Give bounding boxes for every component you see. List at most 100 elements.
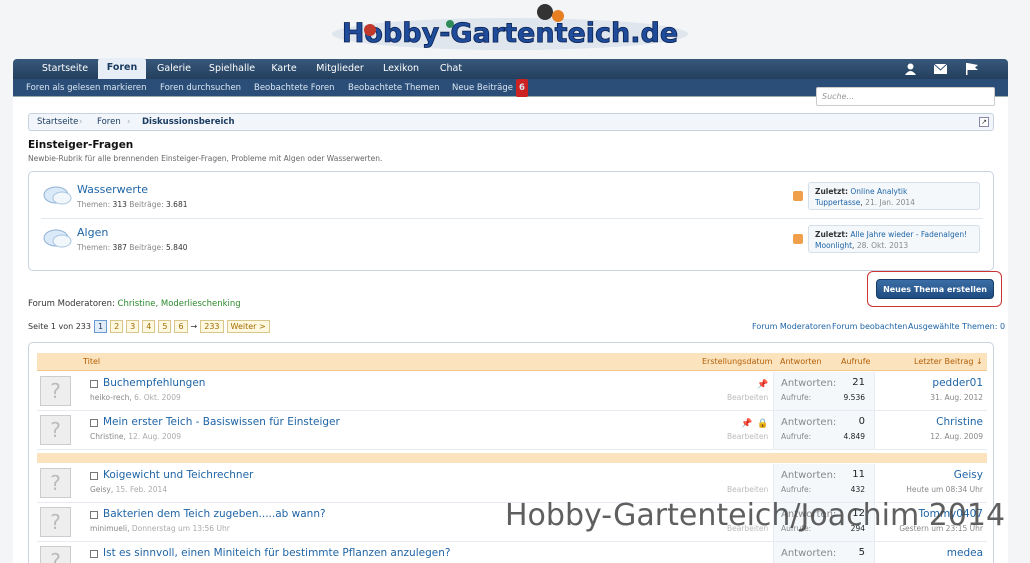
subforum-name[interactable]: Algen <box>77 226 108 239</box>
page-link[interactable]: 4 <box>142 320 156 333</box>
last-post-user[interactable]: Geisy <box>954 469 983 481</box>
tab-karte[interactable]: Karte <box>268 59 300 79</box>
forum-moderators-link[interactable]: Forum Moderatoren <box>752 322 831 331</box>
page-label: Seite 1 von 233 <box>28 322 91 331</box>
link-watched-threads[interactable]: Beobachtete Themen <box>348 79 439 97</box>
thread-title[interactable]: Mein erster Teich - Basiswissen für Eins… <box>103 416 340 428</box>
thread-row: ? Buchempfehlungen heiko-rech, 6. Okt. 2… <box>37 372 987 411</box>
thread-checkbox[interactable] <box>90 550 98 558</box>
thread-list-header: Titel Erstellungsdatum Antworten Aufrufe… <box>37 353 987 371</box>
breadcrumb: Startseite › Foren › Diskussionsbereich … <box>28 113 994 131</box>
sticky-separator <box>37 453 987 463</box>
col-created[interactable]: Erstellungsdatum <box>702 353 772 371</box>
col-title[interactable]: Titel <box>83 353 100 371</box>
thread-row: ? Mein erster Teich - Basiswissen für Ei… <box>37 411 987 450</box>
thread-checkbox[interactable] <box>90 472 98 480</box>
main-nav: Startseite Foren Galerie Spielhalle Kart… <box>13 58 1008 79</box>
search-input[interactable]: Suche... <box>816 87 995 106</box>
last-post-title[interactable]: Online Analytik <box>850 187 907 196</box>
moderator-links[interactable]: Christine, Moderlieschenking <box>118 299 241 309</box>
page-link[interactable]: 2 <box>110 320 124 333</box>
new-posts-badge: 6 <box>516 79 528 97</box>
thread-stats: Antworten: 21 Aufrufe: 9.536 <box>773 372 875 410</box>
link-search-forums[interactable]: Foren durchsuchen <box>160 79 241 97</box>
link-new-posts[interactable]: Neue Beiträge 6 <box>452 79 528 97</box>
page-next[interactable]: Weiter > <box>226 320 270 333</box>
thread-meta: minimueli, Donnerstag um 13:56 Uhr <box>90 524 230 533</box>
tab-lexikon[interactable]: Lexikon <box>379 59 423 79</box>
last-post-date: 31. Aug. 2012 <box>930 393 983 402</box>
breadcrumb-startseite[interactable]: Startseite <box>37 114 78 130</box>
thread-meta: heiko-rech, 6. Okt. 2009 <box>90 393 181 402</box>
logo-graphic: Hobby-Gartenteich.de <box>332 4 688 50</box>
tab-mitglieder[interactable]: Mitglieder <box>313 59 367 79</box>
user-icon[interactable] <box>905 63 916 75</box>
thread-checkbox[interactable] <box>90 380 98 388</box>
thread-checkbox[interactable] <box>90 511 98 519</box>
avatar[interactable]: ? <box>40 376 71 406</box>
flag-icon[interactable] <box>966 63 978 75</box>
thread-title[interactable]: Koigewicht und Teichrechner <box>103 469 253 481</box>
tab-foren[interactable]: Foren <box>98 58 146 79</box>
col-views[interactable]: Aufrufe <box>841 353 870 371</box>
breadcrumb-diskussionsbereich[interactable]: Diskussionsbereich <box>142 114 235 130</box>
forum-speech-icon <box>43 229 72 248</box>
last-post-user[interactable]: medea <box>947 547 983 559</box>
thread-stats: Antworten: 0 Aufrufe: 4.849 <box>773 411 875 449</box>
subforum-stats: Themen: 313 Beiträge: 3.681 <box>77 200 188 209</box>
col-replies[interactable]: Antworten <box>780 353 822 371</box>
edit-link[interactable]: Bearbeiten <box>727 432 768 441</box>
breadcrumb-foren[interactable]: Foren <box>97 114 121 130</box>
new-thread-button[interactable]: Neues Thema erstellen <box>876 279 994 299</box>
link-watched-forums[interactable]: Beobachtete Foren <box>254 79 334 97</box>
rss-icon[interactable] <box>793 234 803 244</box>
rss-icon[interactable] <box>793 191 803 201</box>
last-post-user[interactable]: pedder01 <box>932 377 983 389</box>
tab-startseite[interactable]: Startseite <box>35 59 95 79</box>
subforum-item: Algen Themen: 387 Beiträge: 5.840 Zuletz… <box>41 223 983 263</box>
last-post-date: Heute um 08:34 Uhr <box>906 485 983 494</box>
thread-stats: Antworten: 11 Aufrufe: 432 <box>773 464 875 502</box>
last-post-user[interactable]: Moonlight <box>815 241 852 250</box>
last-post-title[interactable]: Alle Jahre wieder - Fadenalgen! <box>850 230 967 239</box>
thread-title[interactable]: Buchempfehlungen <box>103 377 205 389</box>
thread-stats: Antworten: 5 <box>773 542 875 563</box>
popup-icon[interactable]: ↗ <box>979 117 989 127</box>
tab-galerie[interactable]: Galerie <box>153 59 195 79</box>
watermark: Hobby-Gartenteich/Joachim 2014 <box>505 498 1006 533</box>
site-logo[interactable]: Hobby-Gartenteich.de <box>330 0 690 56</box>
page-link[interactable]: 5 <box>158 320 172 333</box>
edit-link[interactable]: Bearbeiten <box>727 393 768 402</box>
thread-checkbox[interactable] <box>90 419 98 427</box>
avatar[interactable]: ? <box>40 546 71 563</box>
pin-icon: 📌 <box>741 419 753 429</box>
page-ellipsis[interactable]: → <box>191 322 198 331</box>
thread-title[interactable]: Bakterien dem Teich zugeben.....ab wann? <box>103 508 326 520</box>
forum-moderators: Forum Moderatoren: Christine, Moderliesc… <box>28 299 241 309</box>
thread-row: ? Ist es sinnvoll, einen Miniteich für b… <box>37 542 987 563</box>
avatar[interactable]: ? <box>40 468 71 498</box>
thread-meta: Geisy, 15. Feb. 2014 <box>90 485 168 494</box>
page-link-last[interactable]: 233 <box>200 320 224 333</box>
page-link[interactable]: 3 <box>126 320 140 333</box>
last-post-date: 12. Aug. 2009 <box>930 432 983 441</box>
thread-title[interactable]: Ist es sinnvoll, einen Miniteich für bes… <box>103 547 450 559</box>
avatar[interactable]: ? <box>40 507 71 537</box>
page-description: Newbie-Rubrik für alle brennenden Einste… <box>28 154 383 163</box>
page-link[interactable]: 6 <box>174 320 188 333</box>
tab-chat[interactable]: Chat <box>435 59 467 79</box>
last-post-user[interactable]: Tuppertasse <box>815 198 860 207</box>
avatar[interactable]: ? <box>40 415 71 445</box>
watch-forum-link[interactable]: Forum beobachten <box>832 322 907 331</box>
new-posts-label: Neue Beiträge <box>452 83 513 93</box>
edit-link[interactable]: Bearbeiten <box>727 485 768 494</box>
col-last-post[interactable]: Letzter Beitrag ↓ <box>914 353 983 371</box>
selected-threads-link[interactable]: Ausgewählte Themen: 0 <box>908 322 1005 331</box>
link-mark-read[interactable]: Foren als gelesen markieren <box>26 79 147 97</box>
mail-icon[interactable] <box>934 64 947 74</box>
page-link[interactable]: 1 <box>93 320 108 333</box>
subforum-name[interactable]: Wasserwerte <box>77 183 148 196</box>
tab-spielhalle[interactable]: Spielhalle <box>205 59 259 79</box>
subforum-last-post: Zuletzt: Online Analytik Tuppertasse, 21… <box>808 182 980 210</box>
last-post-user[interactable]: Christine <box>936 416 983 428</box>
